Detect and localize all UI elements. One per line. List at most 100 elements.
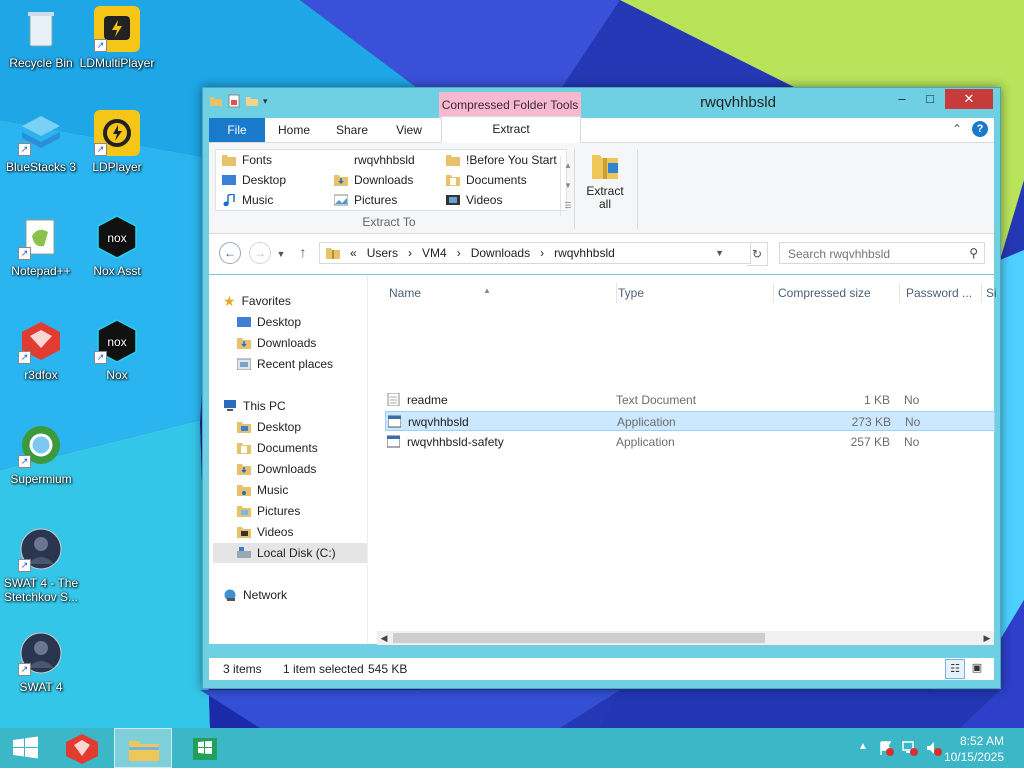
nav-item-recent-places[interactable]: Recent places — [237, 354, 333, 374]
desktop-icon-notepadpp[interactable]: ↗ Notepad++ — [0, 214, 82, 278]
action-center-flag-icon[interactable] — [878, 740, 894, 756]
desktop-icon-swat4-stetchkov[interactable]: ↗ SWAT 4 - The Stetchkov S... — [0, 526, 82, 604]
gallery-scrollbar[interactable]: ▲ ▼ ☰ — [560, 156, 575, 216]
breadcrumb-item[interactable]: Downloads — [471, 246, 530, 260]
scroll-left-icon[interactable]: ◀ — [377, 631, 391, 645]
properties-icon[interactable] — [227, 94, 241, 108]
tab-share[interactable]: Share — [327, 118, 377, 142]
volume-muted-icon[interactable] — [926, 740, 942, 756]
tab-extract[interactable]: Extract — [441, 116, 581, 143]
close-button[interactable]: ✕ — [945, 89, 993, 109]
extract-all-button[interactable]: Extract all — [581, 149, 629, 211]
column-header-compressed-size[interactable]: Compressed size — [772, 283, 900, 303]
nav-item-desktop[interactable]: Desktop — [237, 417, 301, 437]
up-button[interactable]: ↑ — [293, 242, 313, 262]
nav-item-pictures[interactable]: Pictures — [237, 501, 300, 521]
windows-logo-icon — [13, 736, 38, 759]
extract-to-item[interactable]: Documents — [446, 170, 527, 190]
search-icon[interactable]: ⚲ — [969, 246, 978, 260]
taskbar-file-explorer[interactable] — [114, 728, 172, 768]
start-button[interactable] — [0, 728, 50, 768]
table-row[interactable]: rwqvhhbsld Application 273 KB No — [385, 411, 995, 431]
desktop-icon-nox[interactable]: nox ↗ Nox — [76, 318, 158, 382]
desktop-icon-ldmultiplayer[interactable]: ↗ LDMultiPlayer — [76, 6, 158, 70]
extract-to-item[interactable]: !Before You Start — [446, 150, 557, 170]
extract-to-item[interactable]: Videos — [446, 190, 502, 210]
nav-item-this-pc[interactable]: This PC — [223, 396, 286, 416]
scrollbar-thumb[interactable] — [393, 633, 765, 643]
extract-to-item[interactable]: Pictures — [334, 190, 397, 210]
table-row[interactable]: readme Text Document 1 KB No — [385, 390, 995, 410]
tab-view[interactable]: View — [385, 118, 433, 142]
search-box[interactable]: ⚲ — [779, 242, 985, 264]
extract-to-item[interactable]: rwqvhhbsld — [334, 150, 415, 170]
breadcrumb-item[interactable]: Users — [367, 246, 398, 260]
details-view-icon[interactable]: ☷ — [945, 659, 965, 679]
desktop-icon-recycle-bin[interactable]: Recycle Bin — [0, 6, 82, 70]
desktop-icon-ldplayer[interactable]: ↗ LDPlayer — [76, 110, 158, 174]
nav-item-downloads[interactable]: Downloads — [237, 333, 316, 353]
clock[interactable]: 8:52 AM 10/15/2025 — [944, 733, 1004, 765]
extract-to-item[interactable]: Music — [222, 190, 273, 210]
desktop-icon-r3dfox[interactable]: ↗ r3dfox — [0, 318, 82, 382]
nav-item-local-disk[interactable]: Local Disk (C:) — [213, 543, 367, 563]
help-icon[interactable]: ? — [972, 121, 988, 137]
minimize-button[interactable]: – — [889, 89, 915, 109]
customize-qat-icon[interactable]: ▾ — [263, 96, 268, 107]
extract-to-item[interactable]: Fonts — [222, 150, 272, 170]
nav-item-favorites[interactable]: ★ Favorites — [223, 291, 291, 311]
nav-item-network[interactable]: Network — [223, 585, 287, 605]
breadcrumb-item[interactable]: rwqvhhbsld — [554, 246, 615, 260]
desktop-icon-swat4[interactable]: ↗ SWAT 4 — [0, 630, 82, 694]
r3dfox-icon — [66, 734, 98, 764]
desktop-icon-bluestacks[interactable]: ↗ BlueStacks 3 — [0, 110, 82, 174]
desktop-icon-nox-asst[interactable]: nox Nox Asst — [76, 214, 158, 278]
show-hidden-icons-icon[interactable]: ▲ — [858, 741, 868, 752]
scroll-right-icon[interactable]: ▶ — [980, 631, 994, 645]
recent-locations-button[interactable]: ▼ — [275, 244, 287, 264]
column-header-size[interactable]: Si — [980, 283, 997, 303]
desktop-icon-supermium[interactable]: ↗ Supermium — [0, 422, 82, 486]
nav-item-desktop[interactable]: Desktop — [237, 312, 301, 332]
refresh-button[interactable]: ↻ — [747, 242, 768, 266]
breadcrumb-separator[interactable]: › — [457, 246, 461, 260]
chevron-down-icon[interactable]: ▼ — [561, 176, 575, 196]
tab-file[interactable]: File — [209, 118, 265, 142]
forward-button[interactable]: → — [249, 242, 271, 264]
nav-item-music[interactable]: Music — [237, 480, 288, 500]
chevron-up-icon[interactable]: ▲ — [561, 156, 575, 176]
network-tray-icon[interactable] — [902, 740, 918, 756]
file-list[interactable]: Name ▲ Type Compressed size Password ...… — [377, 275, 997, 644]
address-dropdown-icon[interactable]: ▼ — [715, 248, 724, 258]
maximize-button[interactable]: □ — [917, 89, 943, 109]
column-header-password[interactable]: Password ... — [900, 283, 982, 303]
title-bar[interactable]: ▾ Compressed Folder Tools rwqvhhbsld – □… — [203, 88, 1000, 118]
navigation-pane[interactable]: ★ Favorites Desktop Downloads Recent pla… — [209, 275, 368, 644]
nav-item-downloads[interactable]: Downloads — [237, 459, 316, 479]
nav-item-documents[interactable]: Documents — [237, 438, 318, 458]
extract-to-item[interactable]: Downloads — [334, 170, 413, 190]
extract-to-item-label: Videos — [466, 193, 503, 207]
breadcrumb-overflow[interactable]: « — [350, 246, 357, 260]
large-icons-view-icon[interactable]: ▣ — [967, 659, 987, 679]
back-button[interactable]: ← — [219, 242, 241, 264]
explorer-window[interactable]: ▾ Compressed Folder Tools rwqvhhbsld – □… — [202, 87, 1001, 689]
minimize-ribbon-icon[interactable]: ⌃ — [952, 122, 962, 136]
taskbar-store[interactable] — [176, 728, 234, 768]
extract-to-item[interactable]: Desktop — [222, 170, 286, 190]
table-row[interactable]: rwqvhhbsld-safety Application 257 KB No — [385, 432, 995, 452]
nav-item-videos[interactable]: Videos — [237, 522, 293, 542]
search-input[interactable] — [786, 244, 960, 264]
breadcrumb-separator[interactable]: › — [540, 246, 544, 260]
horizontal-scrollbar[interactable]: ◀ ▶ — [377, 631, 994, 645]
file-compressed-size: 273 KB — [851, 415, 891, 429]
tab-home[interactable]: Home — [269, 118, 319, 142]
new-folder-icon[interactable] — [245, 94, 259, 108]
column-header-type[interactable]: Type — [612, 283, 774, 303]
column-header-name[interactable]: Name ▲ — [383, 283, 617, 303]
address-bar[interactable]: « Users › VM4 › Downloads › rwqvhhbsld ▼ — [319, 242, 751, 264]
breadcrumb-item[interactable]: VM4 — [422, 246, 447, 260]
breadcrumb-separator[interactable]: › — [408, 246, 412, 260]
taskbar-r3dfox[interactable] — [54, 728, 110, 768]
gallery-expand-icon[interactable]: ☰ — [561, 196, 575, 216]
